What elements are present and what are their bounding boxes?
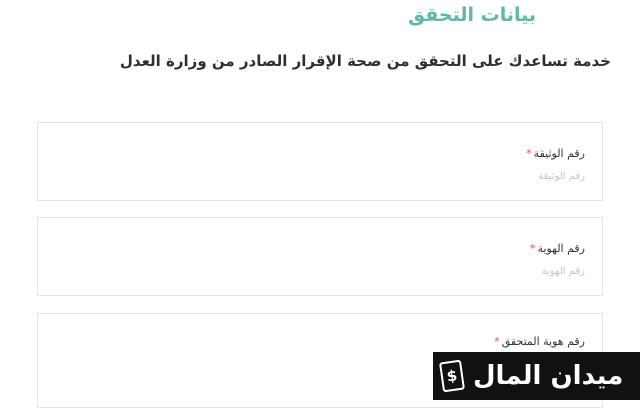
id-number-label: رقم الهوية* — [530, 242, 585, 255]
watermark-text: ميدان المال — [473, 361, 624, 391]
required-asterisk: * — [526, 147, 532, 160]
page-title: بيانات التحقق — [408, 4, 536, 26]
watermark-logo: ميدان المال $ — [433, 352, 640, 400]
document-number-label: رقم الوثيقة* — [526, 147, 585, 160]
required-asterisk: * — [494, 335, 500, 348]
document-number-card: رقم الوثيقة* — [37, 122, 603, 201]
verifier-id-label: رقم هوية المتحقق* — [494, 335, 585, 348]
page-description: خدمة تساعدك على التحقق من صحة الإقرار ال… — [119, 52, 611, 70]
verifier-id-label-text: رقم هوية المتحقق — [501, 335, 585, 348]
id-number-input[interactable] — [285, 266, 585, 277]
id-number-label-text: رقم الهوية — [537, 242, 585, 255]
dollar-tag-icon: $ — [439, 359, 465, 393]
id-number-card: رقم الهوية* — [37, 217, 603, 296]
document-number-label-text: رقم الوثيقة — [533, 147, 585, 160]
required-asterisk: * — [529, 242, 536, 255]
document-number-input[interactable] — [285, 171, 585, 182]
